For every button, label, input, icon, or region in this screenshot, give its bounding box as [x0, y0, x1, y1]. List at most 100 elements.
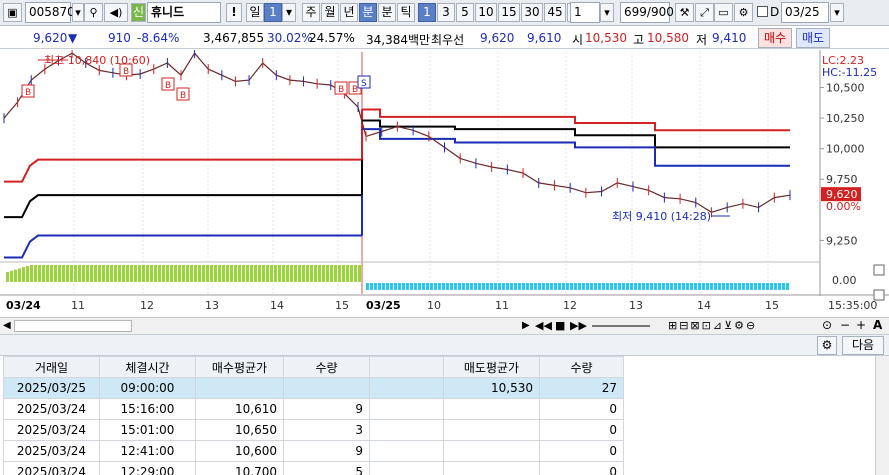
first-page-icon[interactable]: ◀◀	[535, 319, 552, 332]
period-day-number[interactable]: 1	[264, 3, 282, 22]
zoom-in-icon[interactable]: +	[856, 318, 866, 332]
stop-icon[interactable]: ■	[555, 319, 565, 332]
compare-icon[interactable]: ⤢	[695, 3, 714, 22]
period-tick-button[interactable]: 틱	[397, 3, 415, 22]
order-cell: 12:41:00	[99, 440, 196, 462]
interval-button-1[interactable]: 1	[418, 3, 436, 22]
zoom-slider[interactable]	[592, 325, 650, 327]
indicator-bar-up	[214, 265, 217, 282]
orders-col-header[interactable]	[369, 356, 444, 378]
time-label: 14	[270, 299, 284, 312]
orders-col-header[interactable]: 수량	[539, 356, 624, 378]
price-chart[interactable]: 10,50010,25010,0009,7509,250LC:2.23HC:-1…	[0, 50, 889, 316]
indicator-bar-up	[134, 265, 137, 282]
period-month-button[interactable]: 월	[321, 3, 339, 22]
font-size-icon[interactable]: A	[873, 318, 882, 332]
orders-col-header[interactable]: 거래일	[3, 356, 100, 378]
toolbar: ▣ 005870 ▾ ⚲ ◀) 신 휴니드 ! 일 1 ▾ 주 월 년 분 분 …	[0, 0, 889, 26]
interval-button-5[interactable]: 5	[456, 3, 474, 22]
indicator-bar-down	[422, 283, 425, 290]
app-window: ▣ 005870 ▾ ⚲ ◀) 신 휴니드 ! 일 1 ▾ 주 월 년 분 분 …	[0, 0, 889, 475]
period-day-button[interactable]: 일	[246, 3, 264, 22]
indicator-bar-down	[570, 283, 573, 290]
search-icon[interactable]: ⚲	[84, 3, 103, 22]
scroll-thumb[interactable]	[14, 320, 132, 332]
stock-code-input[interactable]: 005870	[25, 2, 75, 23]
change-rate: -8.64%	[137, 31, 180, 45]
grid-settings-icon[interactable]: ⚙	[817, 336, 837, 355]
chart-tools-icon[interactable]: ⚒	[675, 3, 694, 22]
indicator-bar-up	[210, 265, 213, 282]
interval-button-3[interactable]: 3	[437, 3, 455, 22]
window-menu-icon[interactable]: ▣	[3, 3, 22, 22]
period-year-button[interactable]: 년	[340, 3, 358, 22]
indicator-bar-up	[250, 265, 253, 282]
period-week-button[interactable]: 주	[302, 3, 320, 22]
order-cell	[369, 440, 444, 462]
next-button[interactable]: 다음	[842, 336, 884, 355]
indicator-bar-down	[518, 283, 521, 290]
indicator-bar-down	[766, 283, 769, 290]
indicator-bar-up	[306, 265, 309, 282]
indicator-bar-up	[350, 265, 353, 282]
count-dropdown-icon[interactable]: ▾	[600, 3, 614, 22]
scroll-left-icon[interactable]: ◀	[3, 320, 11, 331]
warning-button[interactable]: !	[226, 3, 242, 22]
orders-col-header[interactable]: 체결시간	[99, 356, 196, 378]
price-tick-label: 10,500	[826, 81, 865, 94]
buy-button[interactable]: 매수	[758, 28, 792, 48]
interval-button-15[interactable]: 15	[498, 3, 520, 22]
date-input[interactable]: 03/25	[781, 2, 829, 23]
interval-button-30[interactable]: 30	[521, 3, 543, 22]
speaker-icon[interactable]: ◀)	[104, 3, 128, 22]
indicator-bar-down	[730, 283, 733, 290]
indicator-bar-down	[414, 283, 417, 290]
order-row[interactable]: 2025/03/24 15:01:00 10,650 3 0	[3, 419, 624, 441]
order-row[interactable]: 2025/03/24 15:16:00 10,610 9 0	[3, 398, 624, 420]
order-row[interactable]: 2025/03/25 09:00:00 10,530 27	[3, 377, 624, 399]
order-cell: 0	[539, 398, 624, 420]
orders-col-header[interactable]: 수량	[283, 356, 370, 378]
order-row[interactable]: 2025/03/24 12:29:00 10,700 5 0	[3, 461, 624, 475]
order-cell: 5	[283, 461, 370, 475]
sell-button[interactable]: 매도	[796, 28, 830, 48]
orders-col-header[interactable]: 매수평균가	[195, 356, 284, 378]
time-label: 12	[140, 299, 154, 312]
indicator-bar-down	[442, 283, 445, 290]
interval-button-10[interactable]: 10	[475, 3, 497, 22]
save-icon[interactable]: ▭	[714, 3, 733, 22]
orders-col-header[interactable]: 매도평균가	[443, 356, 540, 378]
price-tick-label: 10,000	[826, 143, 865, 156]
order-row[interactable]: 2025/03/24 12:41:00 10,600 9 0	[3, 440, 624, 462]
grid-scrollbar[interactable]	[875, 356, 889, 475]
scroll-right-icon[interactable]: ▶	[522, 320, 530, 331]
indicator-bar-down	[778, 283, 781, 290]
period-dropdown[interactable]: ▾	[282, 3, 296, 22]
period-second-button[interactable]: 분	[378, 3, 396, 22]
time-label: 11	[71, 299, 85, 312]
order-cell	[443, 398, 540, 420]
order-cell: 15:16:00	[99, 398, 196, 420]
indicator-bar-down	[634, 283, 637, 290]
calendar-icon[interactable]: ▾	[830, 3, 844, 22]
code-dropdown-icon[interactable]: ▾	[72, 3, 84, 22]
indicator-bar-down	[454, 283, 457, 290]
settings-gear-icon[interactable]: ⚙	[734, 3, 753, 22]
d-checkbox[interactable]	[757, 6, 768, 17]
count-input[interactable]: 1	[570, 2, 600, 23]
last-page-icon[interactable]: ▶▶	[570, 319, 587, 332]
indicator-bar-up	[74, 265, 77, 282]
indicator-bar-up	[66, 265, 69, 282]
drawing-tools-icon[interactable]: ⊞⊟⊠⊡⊿⊻⚙⊖	[668, 319, 757, 332]
zoom-out-icon[interactable]: −	[840, 318, 850, 332]
zoom-icon[interactable]: ⊙	[822, 318, 832, 332]
indicator-bar-down	[626, 283, 629, 290]
indicator-bar-down	[514, 283, 517, 290]
indicator-bar-up	[82, 265, 85, 282]
interval-button-45[interactable]: 45	[544, 3, 566, 22]
stock-name-field[interactable]: 휴니드	[147, 2, 221, 23]
indicator-bar-down	[618, 283, 621, 290]
period-minute-button[interactable]: 분	[359, 3, 377, 22]
order-cell	[195, 377, 284, 399]
indicator-bar-down	[486, 283, 489, 290]
